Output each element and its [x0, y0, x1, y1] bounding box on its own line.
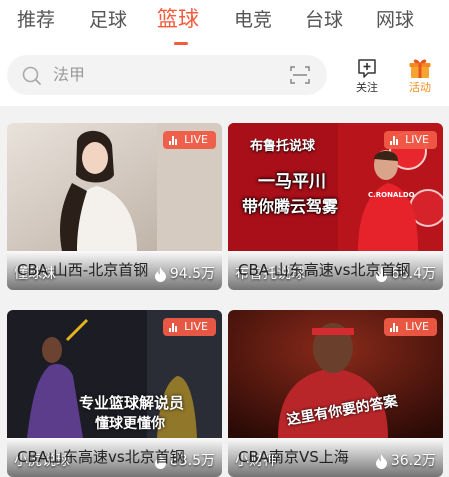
live-bars-icon	[390, 135, 399, 145]
heat-value: 94.5万	[169, 266, 215, 282]
gift-icon	[409, 59, 431, 78]
tab-billiards[interactable]: 台球	[305, 6, 343, 34]
stream-card[interactable]: 专业篮球解说员 懂球更懂你 LIVE 小虎说球 83.5万 CBA山东高速vs北…	[7, 310, 222, 477]
overlay-slogan: 懂球更懂你	[95, 416, 165, 432]
overlay-slogan: 专业篮球解说员	[79, 394, 185, 412]
tab-basketball[interactable]: 篮球	[157, 5, 199, 33]
search-placeholder: 法甲	[53, 65, 86, 84]
heat-count: 36.2万	[375, 452, 436, 470]
live-bars-icon	[169, 322, 178, 332]
live-label: LIVE	[184, 320, 208, 333]
live-badge: LIVE	[163, 131, 216, 149]
stream-title: CBA 山西-北京首钢	[17, 261, 149, 279]
search-bar[interactable]: 法甲	[7, 55, 327, 95]
search-icon	[22, 66, 41, 85]
live-label: LIVE	[405, 320, 429, 333]
live-badge: LIVE	[163, 318, 216, 336]
live-badge: LIVE	[384, 318, 437, 336]
overlay-player-name: C.RONALDO	[368, 191, 415, 199]
live-label: LIVE	[405, 133, 429, 146]
active-tab-indicator	[174, 42, 188, 45]
stream-card[interactable]: 这里有你要的答案 LIVE 小财神 36.2万 CBA南京VS上海	[228, 310, 443, 477]
top-bar: 推荐 足球 篮球 电竞 台球 网球 法甲 关注 活动	[0, 0, 449, 106]
scan-icon[interactable]	[290, 65, 310, 85]
live-bars-icon	[390, 322, 399, 332]
live-bars-icon	[169, 135, 178, 145]
stream-card[interactable]: LIVE 懂球妹 94.5万 CBA 山西-北京首钢	[7, 123, 222, 290]
live-badge: LIVE	[384, 131, 437, 149]
heat-count: 94.5万	[154, 265, 215, 283]
overlay-slogan: 带你腾云驾雾	[242, 197, 339, 216]
activity-button[interactable]: 活动	[400, 57, 440, 101]
stream-title: CBA山东高速vs北京首钢	[17, 448, 185, 466]
follow-label: 关注	[356, 81, 378, 94]
sport-tabs: 推荐 足球 篮球 电竞 台球 网球	[0, 0, 449, 50]
stream-title: CBA 山东高速vs北京首钢	[238, 261, 411, 279]
flame-icon	[375, 453, 387, 469]
overlay-slogan: 一马平川	[258, 172, 326, 192]
overlay-title: 布鲁托说球	[250, 139, 316, 154]
tab-esports[interactable]: 电竞	[234, 6, 272, 34]
stream-card[interactable]: 布鲁托说球 一马平川 带你腾云驾雾 C.RONALDO LIVE 布鲁托说球 6…	[228, 123, 443, 290]
activity-label: 活动	[409, 81, 431, 94]
tab-football[interactable]: 足球	[89, 6, 127, 34]
live-label: LIVE	[184, 133, 208, 146]
tab-tennis[interactable]: 网球	[376, 6, 414, 34]
stream-title: CBA南京VS上海	[238, 448, 349, 466]
add-follow-icon	[358, 59, 376, 78]
heat-value: 36.2万	[390, 453, 436, 469]
flame-icon	[154, 266, 166, 282]
tab-recommend[interactable]: 推荐	[17, 6, 55, 34]
follow-button[interactable]: 关注	[347, 57, 387, 101]
